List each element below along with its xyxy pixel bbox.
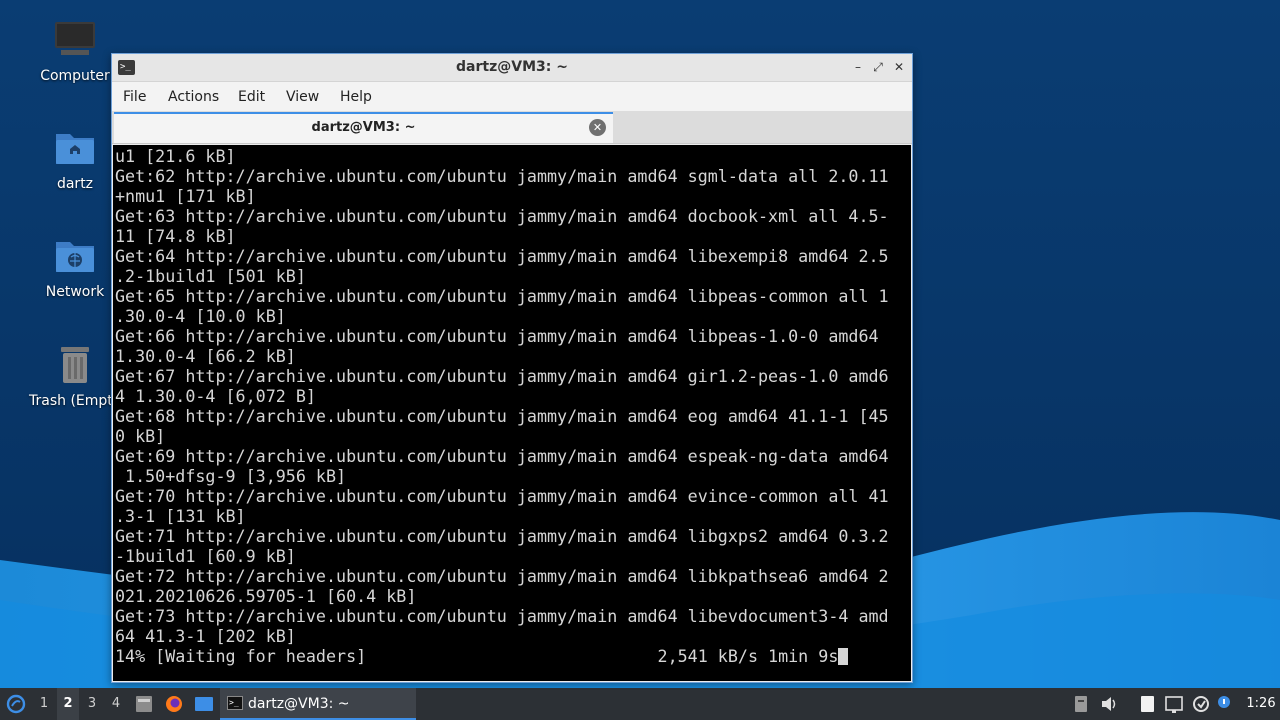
terminal-line: Get:73 http://archive.ubuntu.com/ubuntu … [115, 606, 889, 626]
tray-volume[interactable] [1098, 688, 1120, 720]
window-titlebar[interactable]: >_ dartz@VM3: ~ – ⤢ ✕ [112, 54, 912, 82]
computer-icon [53, 18, 97, 62]
workspace-3[interactable]: 3 [81, 688, 103, 720]
tray-info[interactable] [1213, 688, 1235, 720]
terminal-line: Get:65 http://archive.ubuntu.com/ubuntu … [115, 286, 889, 306]
lubuntu-logo-icon [6, 694, 26, 714]
terminal-window[interactable]: >_ dartz@VM3: ~ – ⤢ ✕ File Actions Edit … [111, 53, 913, 683]
terminal-line: 0 kB] [115, 426, 166, 446]
terminal-line: 1.50+dfsg-9 [3,956 kB] [115, 466, 347, 486]
workspace-4[interactable]: 4 [105, 688, 127, 720]
file-manager-launcher[interactable] [134, 688, 154, 720]
desktop-icon-trash[interactable]: Trash (Empt [25, 343, 125, 409]
desktop-icon-label: dartz [56, 176, 94, 192]
menu-actions[interactable]: Actions [168, 89, 219, 105]
terminal-line: 11 [74.8 kB] [115, 226, 236, 246]
trash-icon [53, 343, 97, 387]
terminal-line: .30.0-4 [10.0 kB] [115, 306, 286, 326]
desktop-icon-home-folder[interactable]: dartz [25, 126, 125, 192]
terminal-line: 1.30.0-4 [66.2 kB] [115, 346, 296, 366]
menu-file[interactable]: File [123, 89, 146, 105]
tray-clipboard-manager[interactable] [1136, 688, 1158, 720]
firefox-icon [166, 696, 182, 712]
menu-help[interactable]: Help [340, 89, 372, 105]
terminal-line: 64 41.3-1 [202 kB] [115, 626, 296, 646]
taskbar-window-item[interactable]: >_ dartz@VM3: ~ [220, 688, 416, 720]
network-icon [1165, 696, 1183, 713]
desktop-icon-label: Network [45, 284, 105, 300]
terminal-icon: >_ [227, 696, 243, 710]
file-manager-icon [136, 696, 152, 712]
terminal-line: Get:69 http://archive.ubuntu.com/ubuntu … [115, 446, 889, 466]
start-menu-button[interactable] [5, 688, 27, 720]
notes-icon [1141, 696, 1154, 712]
network-folder-icon [53, 234, 97, 278]
minimize-button[interactable]: – [850, 59, 866, 75]
window-title: dartz@VM3: ~ [456, 59, 568, 75]
desktop-icon-label: Trash (Empt [29, 393, 113, 409]
desktop-icon-label: Computer [40, 68, 110, 84]
terminal-line: 4 1.30.0-4 [6,072 B] [115, 386, 316, 406]
tray-notification[interactable] [1070, 688, 1092, 720]
terminal-line: u1 [21.6 kB] [115, 146, 236, 166]
terminal-output[interactable]: u1 [21.6 kB] Get:62 http://archive.ubunt… [113, 145, 911, 681]
terminal-line: .2-1build1 [501 kB] [115, 266, 306, 286]
close-button[interactable]: ✕ [891, 59, 907, 75]
terminal-line: 14% [Waiting for headers] 2,541 kB/s 1mi… [115, 646, 839, 666]
info-icon [1218, 696, 1230, 708]
desktop-icon-network[interactable]: Network [25, 234, 125, 300]
workspace-2[interactable]: 2 [57, 688, 79, 720]
update-icon [1193, 696, 1209, 712]
terminal-line: -1build1 [60.9 kB] [115, 546, 296, 566]
terminal-cursor [838, 648, 849, 665]
volume-icon [1102, 697, 1116, 711]
menu-view[interactable]: View [286, 89, 319, 105]
terminal-line: Get:68 http://archive.ubuntu.com/ubuntu … [115, 406, 889, 426]
tab-label: dartz@VM3: ~ [311, 120, 416, 135]
terminal-tab[interactable]: dartz@VM3: ~ ✕ [114, 112, 613, 143]
clipboard-icon [1075, 696, 1087, 712]
menu-edit[interactable]: Edit [238, 89, 265, 105]
taskbar-window-label: dartz@VM3: ~ [248, 696, 350, 712]
show-desktop-button[interactable] [193, 688, 215, 720]
terminal-line: Get:67 http://archive.ubuntu.com/ubuntu … [115, 366, 889, 386]
firefox-launcher[interactable] [164, 688, 184, 720]
home-folder-icon [53, 126, 97, 170]
terminal-line: Get:71 http://archive.ubuntu.com/ubuntu … [115, 526, 889, 546]
clock[interactable]: 1:26 [1244, 688, 1278, 720]
terminal-line: 021.20210626.59705-1 [60.4 kB] [115, 586, 417, 606]
tab-close-icon[interactable]: ✕ [589, 119, 606, 136]
desktop-icon-computer[interactable]: Computer [25, 18, 125, 84]
desktop-icon [195, 697, 213, 711]
terminal-line: Get:62 http://archive.ubuntu.com/ubuntu … [115, 166, 889, 186]
taskbar: 1 2 3 4 >_ dartz@VM3: ~ 1:26 [0, 688, 1280, 720]
workspace-1[interactable]: 1 [33, 688, 55, 720]
tray-network[interactable] [1163, 688, 1185, 720]
terminal-line: Get:70 http://archive.ubuntu.com/ubuntu … [115, 486, 889, 506]
terminal-line: .3-1 [131 kB] [115, 506, 246, 526]
tray-updates[interactable] [1190, 688, 1212, 720]
terminal-line: Get:63 http://archive.ubuntu.com/ubuntu … [115, 206, 889, 226]
terminal-line: Get:66 http://archive.ubuntu.com/ubuntu … [115, 326, 879, 346]
terminal-line: Get:64 http://archive.ubuntu.com/ubuntu … [115, 246, 889, 266]
terminal-line: +nmu1 [171 kB] [115, 186, 256, 206]
tab-bar: dartz@VM3: ~ ✕ [112, 111, 912, 144]
menu-bar: File Actions Edit View Help [112, 82, 912, 111]
terminal-line: Get:72 http://archive.ubuntu.com/ubuntu … [115, 566, 889, 586]
maximize-button[interactable]: ⤢ [870, 59, 886, 75]
terminal-text: u1 [21.6 kB] Get:62 http://archive.ubunt… [115, 146, 911, 666]
